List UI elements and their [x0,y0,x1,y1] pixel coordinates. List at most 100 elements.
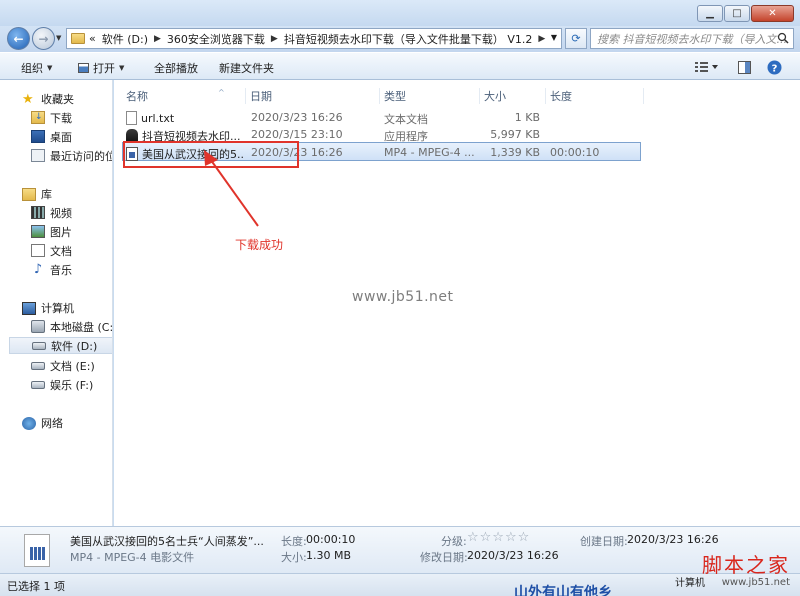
breadcrumb-separator-icon[interactable]: ▶ [154,34,161,44]
preview-pane-button[interactable] [735,58,753,76]
sidebar-item-documents[interactable]: 文档 [31,242,72,259]
file-length: 00:00:10 [550,146,600,159]
column-header-date[interactable]: 日期 [246,88,380,104]
maximize-button[interactable]: □ [724,5,750,22]
open-button[interactable]: 打开 ▼ [78,60,124,76]
window-controls: ▁ □ ✕ [697,5,794,22]
brand-url-text: www.jb51.net [721,577,790,588]
chevron-down-icon: ▼ [47,64,53,72]
computer-icon [22,301,36,315]
sidebar-item-videos[interactable]: 视频 [31,204,72,221]
column-header-label: 大小 [484,90,506,103]
file-name: url.txt [141,111,175,125]
play-all-button[interactable]: 全部播放 [154,60,198,76]
sidebar-item-drive-e[interactable]: 文档 (E:) [31,357,95,374]
details-modified-value: 2020/3/23 16:26 [467,549,559,562]
details-filename: 美国从武汉接回的5名士兵“人间蒸发”... [70,535,264,548]
column-header-length[interactable]: 长度 [546,88,644,104]
refresh-icon: ⟳ [571,32,581,45]
sidebar-group-network[interactable]: 网络 [22,415,63,431]
sidebar-item-desktop[interactable]: 桌面 [31,128,72,145]
details-size-label: 大小: [281,551,307,564]
search-placeholder: 搜索 抖音短视频去水印下载（导入文... [597,32,787,46]
forward-button[interactable]: → [32,27,55,50]
pictures-library-icon [31,225,45,238]
video-thumbnail-icon [24,534,50,567]
breadcrumb-separator-icon[interactable]: ▶ [538,34,545,44]
file-name-cell: url.txt [126,111,244,125]
play-all-label: 全部播放 [154,62,198,75]
close-button[interactable]: ✕ [751,5,794,22]
drive-icon [31,361,45,370]
drive-icon [31,380,45,389]
sidebar-item-drive-d[interactable]: 软件 (D:) [9,337,112,354]
address-history-dropdown[interactable]: ▼ [551,33,557,42]
address-bar[interactable]: « 软件 (D:) ▶ 360安全浏览器下载 ▶ 抖音短视频去水印下载（导入文件… [66,28,562,49]
open-label: 打开 [93,62,115,75]
recent-pages-dropdown[interactable]: ▼ [56,34,61,42]
column-header-label: 长度 [550,90,572,103]
details-pane: 美国从武汉接回的5名士兵“人间蒸发”... MP4 - MPEG-4 电影文件 … [0,526,800,573]
back-button[interactable]: ← [7,27,30,50]
star-icon: ★ [22,91,34,107]
preview-pane-icon [737,60,751,74]
svg-text:?: ? [771,63,777,74]
watermark-text: www.jb51.net [352,289,454,305]
new-folder-button[interactable]: 新建文件夹 [219,60,274,76]
breadcrumb-separator-icon[interactable]: ▶ [271,34,278,44]
column-header-size[interactable]: 大小 [480,88,546,104]
sidebar-group-favorites[interactable]: ★ 收藏夹 [22,91,74,107]
sidebar-item-pictures[interactable]: 图片 [31,223,72,240]
folder-icon [71,33,85,44]
column-header-label: 类型 [384,90,406,103]
file-date: 2020/3/15 23:10 [251,128,343,141]
sidebar-group-computer[interactable]: 计算机 [22,300,74,316]
sidebar-item-label: 下载 [50,111,72,125]
organize-label: 组织 [21,62,43,75]
sidebar-item-drive-f[interactable]: 娱乐 (F:) [31,376,93,393]
network-icon [22,416,36,430]
file-size: 1 KB [514,111,540,124]
minimize-button[interactable]: ▁ [697,5,723,22]
sidebar-item-recent-places[interactable]: 最近访问的位 [31,147,112,164]
help-icon: ? [767,60,781,74]
help-button[interactable]: ? [765,58,783,76]
sidebar-item-label: 娱乐 (F:) [50,378,94,392]
details-length-value: 00:00:10 [306,533,356,546]
annotation-arrow-icon [204,150,259,227]
change-view-button[interactable] [690,58,724,76]
details-created-label: 创建日期: [580,535,628,548]
search-icon[interactable] [777,32,789,44]
view-options-icon [695,62,718,72]
column-header-label: 名称 [126,90,148,103]
sidebar-item-downloads[interactable]: ↓ 下载 [31,109,72,126]
breadcrumb-item-current-folder[interactable]: 抖音短视频去水印下载（导入文件批量下载） V1.2 [284,31,533,47]
details-rating-label: 分级: [441,535,467,548]
refresh-button[interactable]: ⟳ [565,28,587,49]
sidebar-item-drive-c[interactable]: 本地磁盘 (C:) [31,318,112,335]
sidebar-group-libraries[interactable]: 库 [22,186,52,202]
column-header-name[interactable]: 名称 ^ [122,88,246,104]
sort-ascending-icon: ^ [218,88,225,97]
file-size: 5,997 KB [490,128,540,141]
details-filetype: MP4 - MPEG-4 电影文件 [70,551,195,564]
system-drive-icon [31,320,45,333]
breadcrumb-item-drive[interactable]: 软件 (D:) [102,31,148,47]
file-type: MP4 - MPEG-4 ... [384,146,475,159]
organize-menu-button[interactable]: 组织 ▼ [21,60,52,76]
video-library-icon [31,206,45,219]
rating-stars[interactable]: ☆☆☆☆☆ [467,530,530,545]
close-icon: ✕ [768,8,777,19]
breadcrumb-overflow-chevron[interactable]: « [89,32,96,45]
maximize-icon: □ [732,8,742,19]
drive-icon [32,341,46,350]
sidebar-item-label: 图片 [50,225,72,239]
sidebar-item-music[interactable]: ♪ 音乐 [31,261,72,278]
recent-places-icon [31,149,45,162]
column-header-type[interactable]: 类型 [380,88,480,104]
music-library-icon: ♪ [33,262,43,277]
search-input[interactable]: 搜索 抖音短视频去水印下载（导入文... [590,28,794,49]
breadcrumb-item-browser-downloads[interactable]: 360安全浏览器下载 [167,31,265,47]
annotation-label: 下载成功 [235,238,284,252]
back-arrow-icon: ← [13,31,24,46]
